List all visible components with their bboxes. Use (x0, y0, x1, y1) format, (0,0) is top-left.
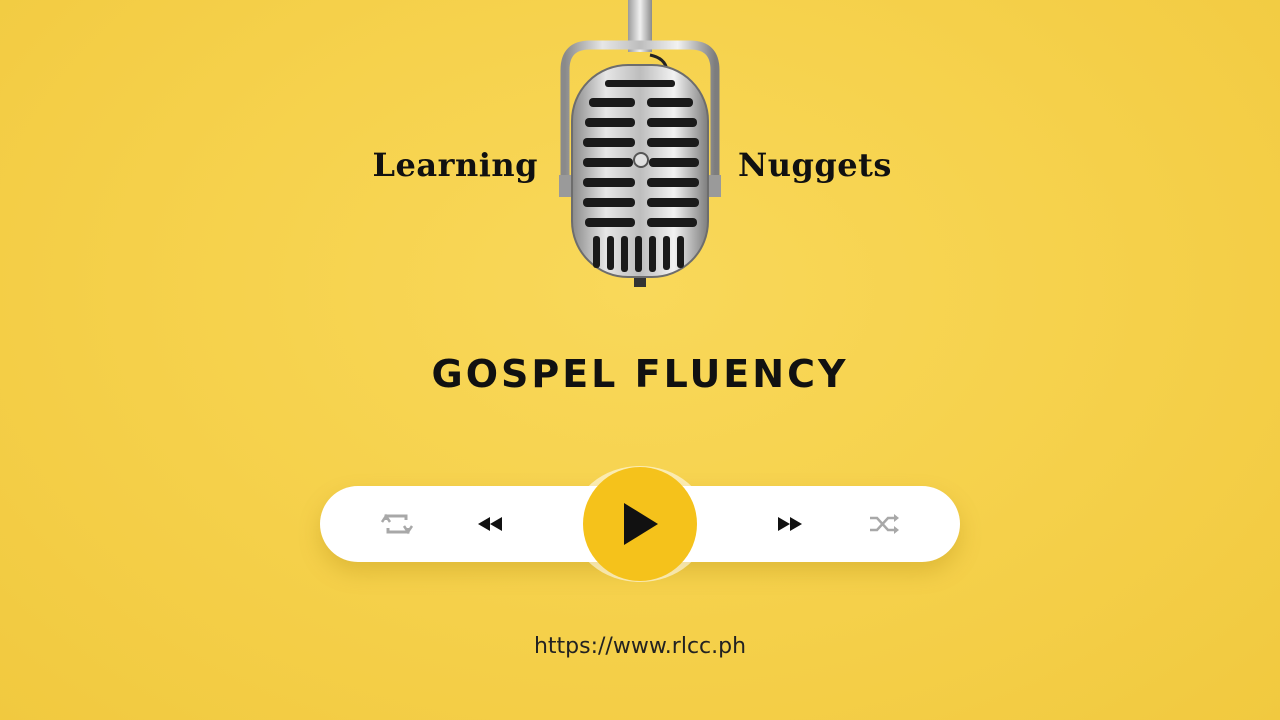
play-button[interactable] (583, 467, 697, 581)
fast-forward-icon (778, 517, 802, 531)
repeat-icon (380, 513, 414, 535)
shuffle-icon (870, 514, 899, 534)
title-nuggets: Nuggets (738, 146, 892, 184)
rewind-icon (478, 517, 502, 531)
headline-title: GOSPEL FLUENCY (431, 352, 849, 396)
rewind-button[interactable] (472, 506, 508, 542)
website-url[interactable]: https://www.rlcc.ph (0, 634, 1280, 659)
play-icon (624, 503, 658, 545)
fast-forward-button[interactable] (772, 506, 808, 542)
shuffle-button[interactable] (866, 506, 902, 542)
microphone-illustration (559, 0, 721, 287)
repeat-button[interactable] (379, 506, 415, 542)
title-learning: Learning (372, 146, 538, 184)
